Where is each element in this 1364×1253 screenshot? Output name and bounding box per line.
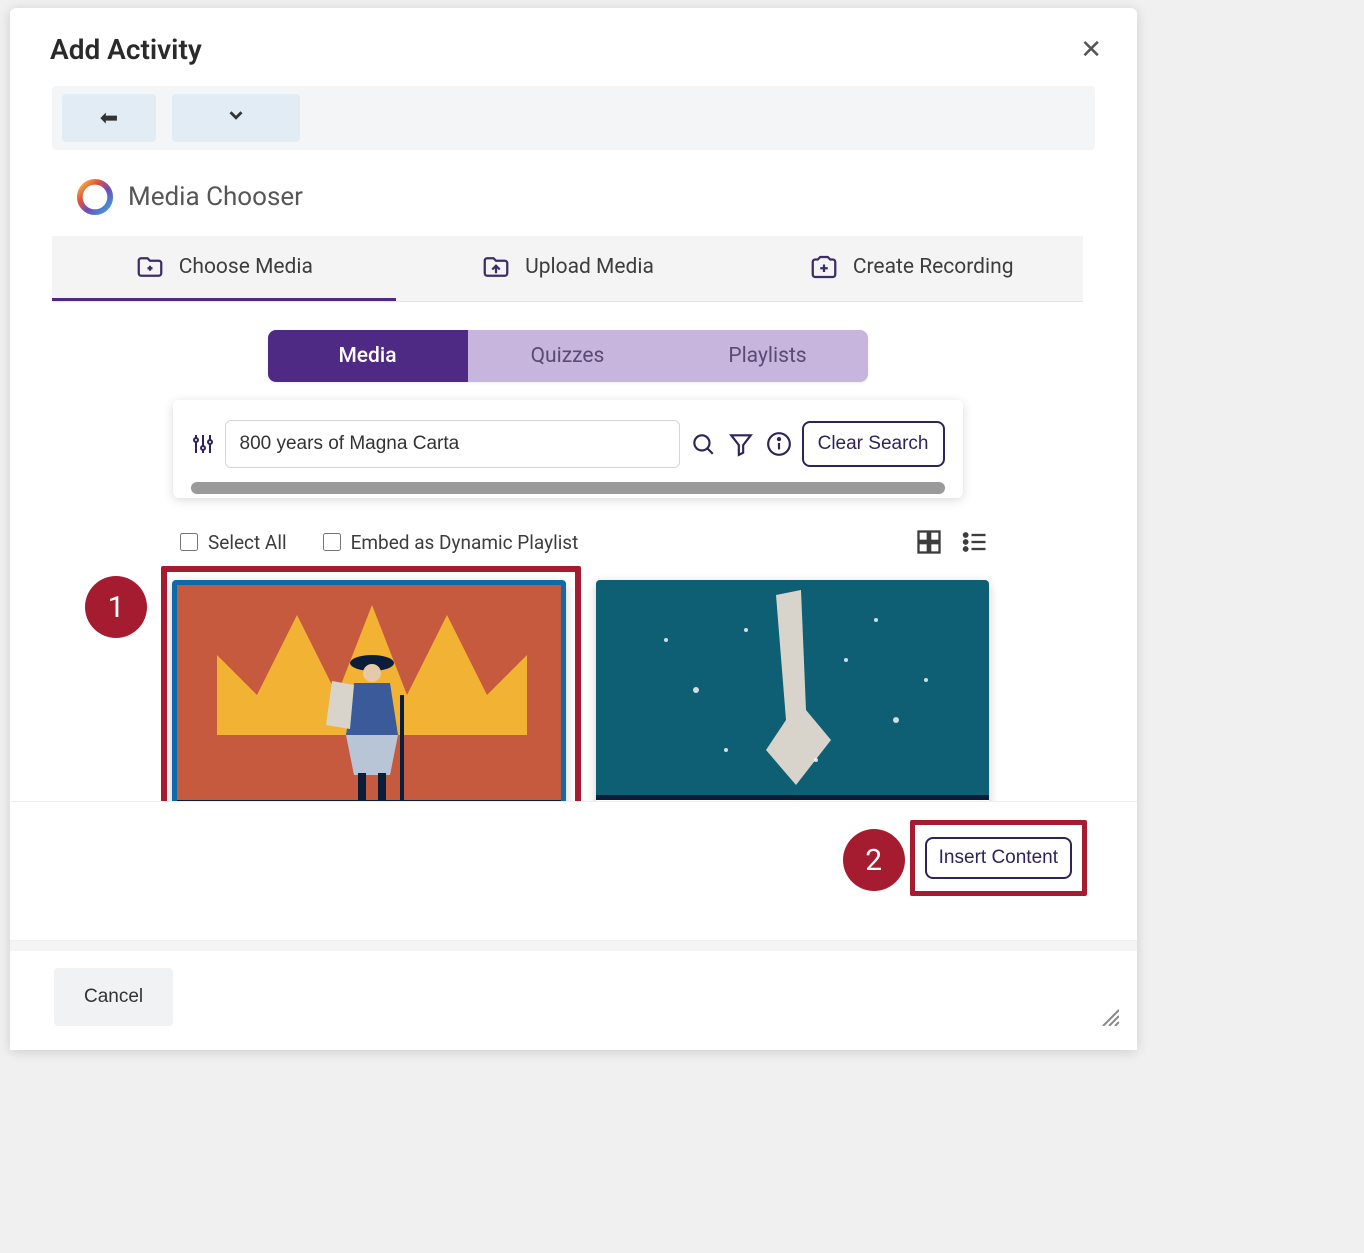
media-thumbnail-2 [596,580,989,800]
brand-title: Media Chooser [128,182,303,212]
embed-playlist-label: Embed as Dynamic Playlist [351,531,579,554]
media-thumbnail-1 [177,585,561,805]
content-frame: Media Chooser Choose Media Upload Media … [52,150,1095,1050]
tab-label: Choose Media [179,255,313,279]
filter-icon[interactable] [728,431,754,457]
tab-create-recording[interactable]: Create Recording [739,236,1083,301]
pill-media[interactable]: Media [268,330,468,382]
folder-plus-icon [135,252,165,282]
pill-quizzes[interactable]: Quizzes [468,330,668,382]
tab-label: Create Recording [853,255,1014,279]
sparkles-icon [596,580,989,800]
sliders-icon[interactable] [191,432,215,456]
subtab-row: Media Quizzes Playlists [52,302,1083,400]
search-panel: Clear Search [173,400,963,498]
insert-content-button[interactable]: Insert Content [925,837,1072,879]
modal-header: Add Activity ✕ [10,8,1137,76]
close-button[interactable]: ✕ [1080,34,1102,65]
subtab-group: Media Quizzes Playlists [268,330,868,382]
modal-footer: Cancel [10,940,1137,1050]
info-icon[interactable] [766,431,792,457]
options-row: Select All Embed as Dynamic Playlist [52,498,1083,570]
footer-separator [10,941,1137,951]
select-all-checkbox[interactable]: Select All [180,531,287,554]
cancel-button[interactable]: Cancel [54,968,173,1026]
back-button[interactable]: ⬅ [62,94,156,142]
pill-playlists[interactable]: Playlists [668,330,868,382]
resize-handle-icon[interactable] [1099,1006,1119,1032]
grid-view-icon[interactable] [915,528,943,556]
tab-upload-media[interactable]: Upload Media [396,236,740,301]
tab-choose-media[interactable]: Choose Media [52,236,396,301]
embed-playlist-input[interactable] [323,533,341,551]
navigation-toolbar: ⬅ [52,86,1095,150]
scroll-area[interactable]: Media Chooser Choose Media Upload Media … [52,150,1095,1050]
embed-playlist-checkbox[interactable]: Embed as Dynamic Playlist [323,531,579,554]
clear-search-button[interactable]: Clear Search [802,421,945,467]
annotation-highlight-2: 2 Insert Content [910,820,1087,896]
annotation-badge-1: 1 [85,576,147,638]
select-all-label: Select All [208,531,287,554]
tab-label: Upload Media [525,255,654,279]
search-icon[interactable] [690,431,716,457]
arrow-left-icon: ⬅ [100,105,118,131]
search-icon-group [690,431,792,457]
dropdown-button[interactable] [172,94,300,142]
list-view-icon[interactable] [961,528,989,556]
brand-row: Media Chooser [52,150,1083,236]
select-all-input[interactable] [180,533,198,551]
main-tabbar: Choose Media Upload Media Create Recordi… [52,236,1083,302]
modal-title: Add Activity [50,33,202,66]
add-activity-modal: Add Activity ✕ ⬅ [10,8,1137,1050]
horizontal-scrollbar[interactable] [191,482,945,494]
folder-upload-icon [481,252,511,282]
search-input[interactable] [225,420,680,468]
figure-illustration-icon [312,645,432,805]
media-chooser-logo-icon [76,178,114,216]
camera-plus-icon [809,252,839,282]
insert-bar: 2 Insert Content [10,801,1137,896]
chevron-down-icon [225,104,247,132]
annotation-badge-2: 2 [843,829,905,891]
